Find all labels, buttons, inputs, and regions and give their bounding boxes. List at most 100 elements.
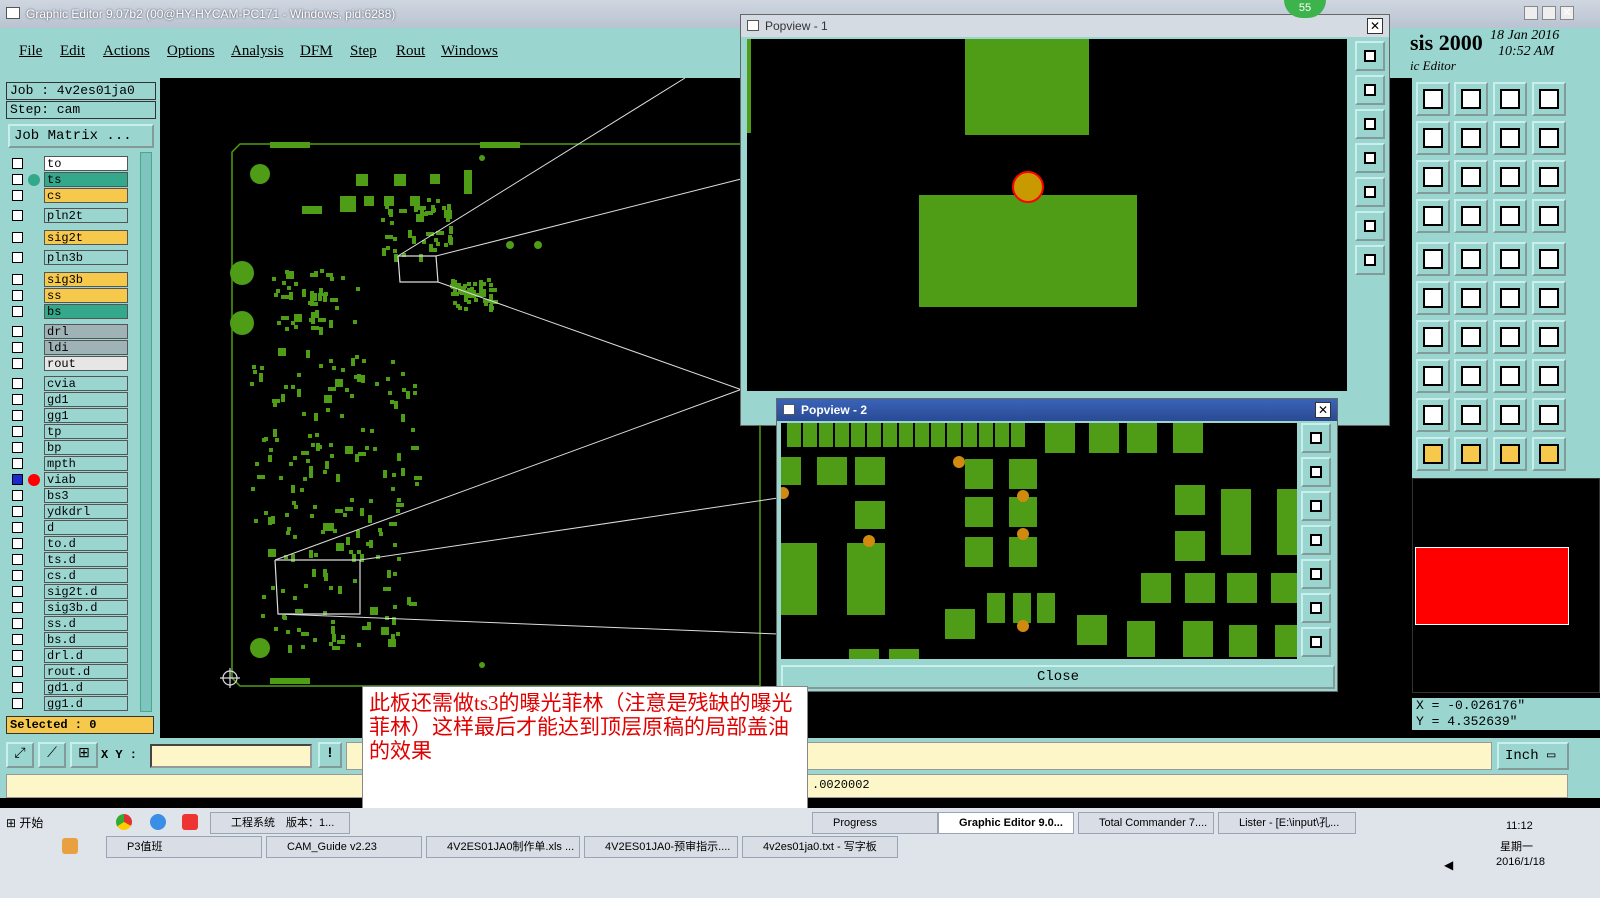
job-matrix-button[interactable]: Job Matrix ... [8, 124, 154, 148]
layer-row-cs-d[interactable]: cs.d [8, 568, 130, 583]
layer-row-ts-d[interactable]: ts.d [8, 552, 130, 567]
tool-icon-r6-c2[interactable] [1454, 281, 1488, 315]
menu-rout[interactable]: Rout [396, 43, 425, 60]
layer-row-ldi[interactable]: ldi [8, 340, 130, 355]
layer-checkbox[interactable] [12, 586, 23, 597]
clock-time[interactable]: 11:12 [1506, 820, 1533, 832]
layer-name[interactable]: bs [44, 304, 128, 319]
layer-name[interactable]: gd1 [44, 392, 128, 407]
layer-checkbox[interactable] [12, 522, 23, 533]
layer-checkbox[interactable] [12, 442, 23, 453]
layer-row-bs3[interactable]: bs3 [8, 488, 130, 503]
ie-icon[interactable] [150, 814, 166, 830]
layer-row-cvia[interactable]: cvia [8, 376, 130, 391]
tool-icon-r7-c2[interactable] [1454, 320, 1488, 354]
layer-checkbox[interactable] [12, 698, 23, 709]
layer-name[interactable]: to.d [44, 536, 128, 551]
layer-name[interactable]: ldi [44, 340, 128, 355]
tool-icon-r6-c1[interactable] [1416, 281, 1450, 315]
xy-input[interactable] [150, 744, 312, 768]
layer-name[interactable]: rout.d [44, 664, 128, 679]
tool-icon-r1-c4[interactable] [1532, 82, 1566, 116]
taskbar-button[interactable]: CAM_Guide v2.23 [266, 836, 422, 858]
layer-row-bs-d[interactable]: bs.d [8, 632, 130, 647]
layer-name[interactable]: cs.d [44, 568, 128, 583]
layer-name[interactable]: pln2t [44, 208, 128, 223]
menu-dfm[interactable]: DFM [300, 43, 333, 60]
tool-icon-r6-c3[interactable] [1493, 281, 1527, 315]
popview-2-tool-3[interactable] [1301, 491, 1331, 521]
layer-checkbox[interactable] [12, 290, 23, 301]
tool-icon-r10-c4[interactable] [1532, 437, 1566, 471]
layer-name[interactable]: tp [44, 424, 128, 439]
tool-icon-r1-c1[interactable] [1416, 82, 1450, 116]
layer-checkbox[interactable] [12, 210, 23, 221]
layer-checkbox[interactable] [12, 490, 23, 501]
popview-2-tool-5[interactable] [1301, 559, 1331, 589]
close-window-button[interactable]: ✕ [1560, 6, 1574, 20]
layer-checkbox[interactable] [12, 506, 23, 517]
layer-row-drl[interactable]: drl [8, 324, 130, 339]
grid-button[interactable]: ⊞ [70, 742, 98, 768]
layer-name[interactable]: bp [44, 440, 128, 455]
layer-row-ss[interactable]: ss [8, 288, 130, 303]
layer-row-ts[interactable]: ts [8, 172, 130, 187]
tool-icon-r10-c1[interactable] [1416, 437, 1450, 471]
layer-row-rout[interactable]: rout [8, 356, 130, 371]
tool-icon-r5-c4[interactable] [1532, 242, 1566, 276]
tool-icon-r10-c3[interactable] [1493, 437, 1527, 471]
tool-icon-r8-c2[interactable] [1454, 359, 1488, 393]
layer-row-viab[interactable]: viab [8, 472, 130, 487]
layer-row-mpth[interactable]: mpth [8, 456, 130, 471]
taskbar-button[interactable]: Total Commander 7.... [1078, 812, 1214, 834]
menu-edit[interactable]: Edit [60, 43, 85, 60]
taskbar-button[interactable]: 4v2es01ja0.txt - 写字板 [742, 836, 898, 858]
pcb-canvas[interactable] [160, 78, 780, 738]
layer-checkbox[interactable] [12, 274, 23, 285]
tool-icon-r5-c3[interactable] [1493, 242, 1527, 276]
minimize-button[interactable] [1524, 6, 1538, 20]
speaker-icon[interactable]: ◀ [1444, 858, 1458, 872]
layer-name[interactable]: drl.d [44, 648, 128, 663]
maximize-button[interactable] [1542, 6, 1556, 20]
layer-row-bs[interactable]: bs [8, 304, 130, 319]
tool-icon-r5-c2[interactable] [1454, 242, 1488, 276]
tool-icon-r4-c4[interactable] [1532, 199, 1566, 233]
tool-icon-r1-c3[interactable] [1493, 82, 1527, 116]
layer-checkbox[interactable] [12, 538, 23, 549]
layer-checkbox[interactable] [12, 358, 23, 369]
taskbar-button[interactable]: 工程系统 版本：1... [210, 812, 350, 834]
clock-date[interactable]: 2016/1/18 [1496, 856, 1545, 868]
popview-2-tool-7[interactable] [1301, 627, 1331, 657]
layer-checkbox[interactable] [12, 394, 23, 405]
layer-name[interactable]: sig3b [44, 272, 128, 287]
layer-checkbox[interactable] [12, 650, 23, 661]
tool-icon-r7-c4[interactable] [1532, 320, 1566, 354]
taskbar-button[interactable]: 4V2ES01JA0-预审指示.... [584, 836, 738, 858]
popview-2-tool-1[interactable] [1301, 423, 1331, 453]
layer-checkbox[interactable] [12, 326, 23, 337]
tool-icon-r9-c3[interactable] [1493, 398, 1527, 432]
popview-1-tool-4[interactable] [1355, 143, 1385, 173]
taskbar-button[interactable]: Progress [812, 812, 938, 834]
layer-name[interactable]: cs [44, 188, 128, 203]
menu-options[interactable]: Options [167, 43, 215, 60]
layer-row-sig2t[interactable]: sig2t [8, 230, 130, 245]
layer-row-to-d[interactable]: to.d [8, 536, 130, 551]
tray-icons[interactable] [1380, 812, 1474, 856]
layer-row-gg1[interactable]: gg1 [8, 408, 130, 423]
layer-row-to[interactable]: to [8, 156, 130, 171]
tool-icon-r9-c1[interactable] [1416, 398, 1450, 432]
tool-icon-r3-c4[interactable] [1532, 160, 1566, 194]
menu-file[interactable]: File [19, 43, 42, 60]
layer-checkbox[interactable] [12, 602, 23, 613]
layer-checkbox[interactable] [12, 190, 23, 201]
tool-icon-r3-c1[interactable] [1416, 160, 1450, 194]
layer-row-gg1-d[interactable]: gg1.d [8, 696, 130, 711]
layer-row-gd1-d[interactable]: gd1.d [8, 680, 130, 695]
layer-checkbox[interactable] [12, 634, 23, 645]
layer-name[interactable]: bs3 [44, 488, 128, 503]
layer-checkbox[interactable] [12, 474, 23, 485]
layer-name[interactable]: ss [44, 288, 128, 303]
layer-row-drl-d[interactable]: drl.d [8, 648, 130, 663]
